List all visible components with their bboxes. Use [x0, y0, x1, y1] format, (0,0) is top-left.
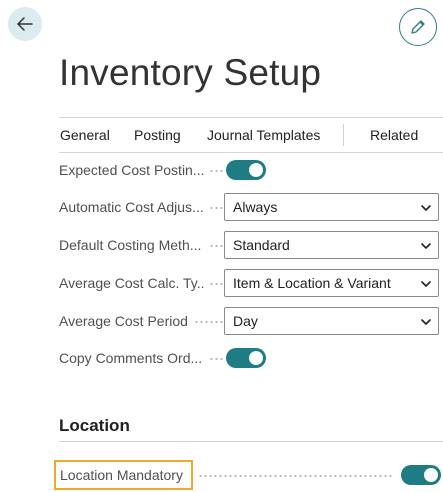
- chevron-down-icon: [421, 205, 431, 211]
- field-label: Average Cost Period: [59, 313, 188, 329]
- tab-general[interactable]: General: [60, 127, 110, 143]
- arrow-left-icon: [17, 17, 33, 31]
- field-leader-dots: [194, 321, 224, 323]
- field-row-expected-cost-posting: Expected Cost Postin...: [59, 156, 439, 184]
- action-tabbar: General Posting Journal Templates Relate…: [59, 117, 443, 153]
- field-row-default-costing-method: Default Costing Meth... Standard: [59, 231, 439, 259]
- field-leader-dots: [209, 245, 224, 247]
- location-mandatory-toggle[interactable]: [401, 465, 441, 485]
- edit-button[interactable]: [399, 8, 437, 46]
- field-leader-dots: [209, 358, 224, 360]
- back-button[interactable]: [8, 7, 42, 41]
- field-row-copy-comments-order: Copy Comments Ord...: [59, 344, 439, 372]
- chevron-down-icon: [421, 243, 431, 249]
- location-mandatory-label: Location Mandatory: [54, 460, 193, 490]
- tab-related[interactable]: Related: [370, 127, 418, 143]
- average-cost-period-select[interactable]: Day: [224, 307, 439, 335]
- select-value: Standard: [233, 237, 290, 253]
- field-label: Default Costing Meth...: [59, 237, 202, 253]
- tab-separator: [343, 124, 344, 146]
- select-value: Item & Location & Variant: [233, 275, 391, 291]
- automatic-cost-adjustment-select[interactable]: Always: [224, 193, 439, 221]
- field-label: Average Cost Calc. Ty...: [59, 275, 204, 291]
- select-value: Always: [233, 199, 278, 215]
- chevron-down-icon: [421, 281, 431, 287]
- expected-cost-posting-toggle[interactable]: [226, 160, 266, 180]
- default-costing-method-select[interactable]: Standard: [224, 231, 439, 259]
- field-row-automatic-cost-adjustment: Automatic Cost Adjus... Always: [59, 193, 439, 221]
- select-value: Day: [233, 313, 258, 329]
- field-leader-dots: [198, 475, 392, 477]
- field-row-average-cost-period: Average Cost Period Day: [59, 307, 439, 335]
- tab-journal-templates[interactable]: Journal Templates: [207, 127, 320, 143]
- field-label: Location Mandatory: [60, 467, 183, 483]
- copy-comments-order-toggle[interactable]: [226, 348, 266, 368]
- field-leader-dots: [209, 207, 224, 209]
- average-cost-calc-type-select[interactable]: Item & Location & Variant: [224, 269, 439, 297]
- field-leader-dots: [209, 170, 224, 172]
- pencil-icon: [411, 20, 425, 34]
- field-label: Automatic Cost Adjus...: [59, 199, 204, 215]
- chevron-down-icon: [421, 319, 431, 325]
- section-divider: [59, 441, 443, 442]
- field-row-average-cost-calc-type: Average Cost Calc. Ty... Item & Location…: [59, 269, 439, 297]
- field-label: Expected Cost Postin...: [59, 162, 204, 178]
- field-label: Copy Comments Ord...: [59, 350, 203, 366]
- page-title: Inventory Setup: [59, 52, 322, 93]
- section-title-location: Location: [59, 416, 130, 435]
- field-leader-dots: [209, 283, 224, 285]
- tab-posting[interactable]: Posting: [134, 127, 181, 143]
